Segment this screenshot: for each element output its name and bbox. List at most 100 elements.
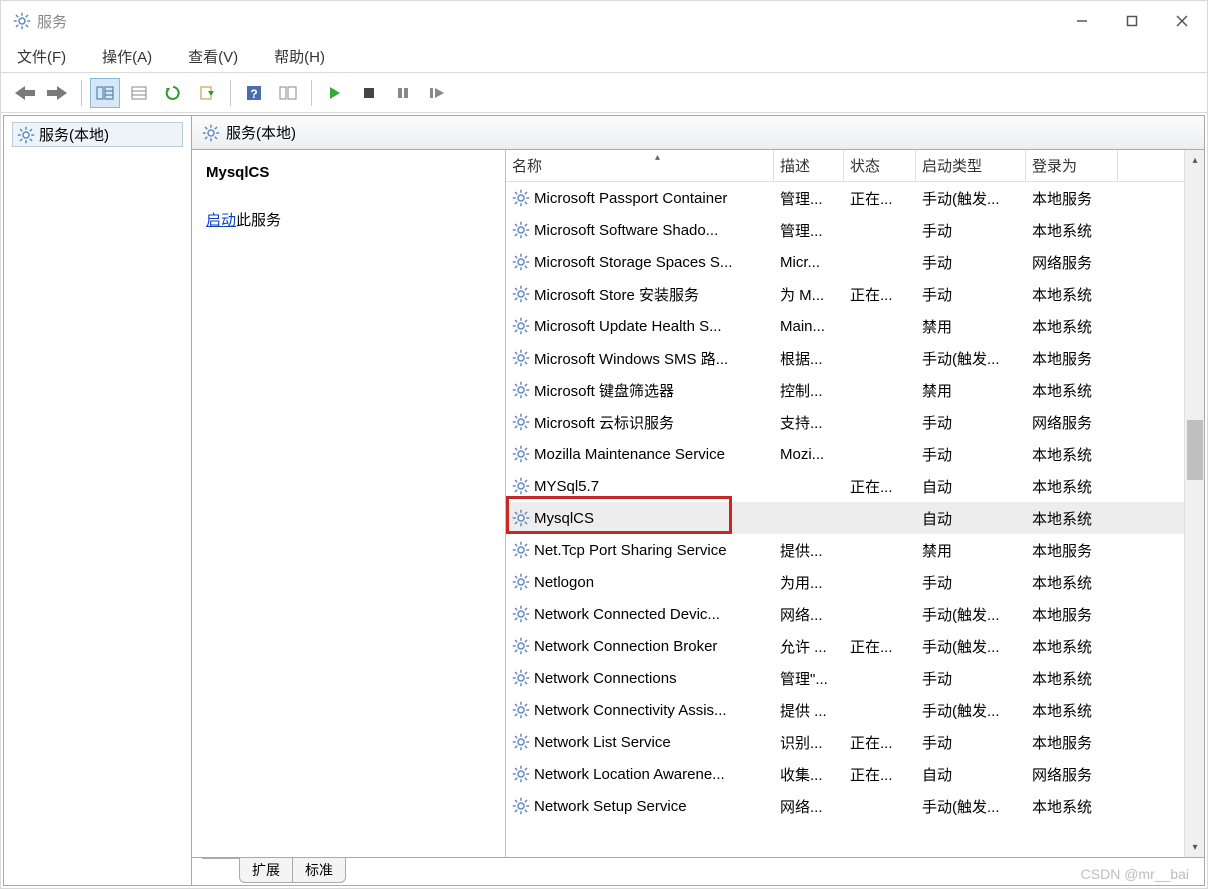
menu-action[interactable]: 操作(A) [96, 44, 158, 69]
service-row[interactable]: Network Connected Devic...网络...手动(触发...本… [506, 598, 1184, 630]
menu-view[interactable]: 查看(V) [182, 44, 244, 69]
stop-service-button[interactable] [354, 78, 384, 108]
minimize-button[interactable] [1057, 1, 1107, 41]
col-startup[interactable]: 启动类型 [916, 150, 1026, 181]
bottom-tabs: 扩展 标准 [192, 857, 1204, 885]
service-startup: 手动(触发... [916, 636, 1026, 657]
gear-icon [512, 445, 530, 463]
service-logon: 本地服务 [1026, 348, 1118, 369]
main-split: MysqlCS 启动此服务 名称▴ 描述 状态 启动类型 登录为 Microso… [192, 150, 1204, 857]
service-row[interactable]: Network Connection Broker允许 ...正在...手动(触… [506, 630, 1184, 662]
service-name: Netlogon [534, 574, 594, 591]
watermark: CSDN @mr__bai [1081, 866, 1189, 882]
tree-root-node[interactable]: 服务(本地) [12, 122, 183, 147]
menu-file[interactable]: 文件(F) [11, 44, 72, 69]
gear-icon [512, 541, 530, 559]
service-row[interactable]: Network Location Awarene...收集...正在...自动网… [506, 758, 1184, 790]
close-button[interactable] [1157, 1, 1207, 41]
service-startup: 手动 [916, 220, 1026, 241]
service-desc: 根据... [774, 348, 844, 369]
service-row[interactable]: Microsoft Software Shado...管理...手动本地系统 [506, 214, 1184, 246]
properties-button[interactable] [273, 78, 303, 108]
list-body[interactable]: Microsoft Passport Container管理...正在...手动… [506, 182, 1184, 857]
col-logon[interactable]: 登录为 [1026, 150, 1118, 181]
service-startup: 自动 [916, 476, 1026, 497]
service-row[interactable]: Netlogon为用...手动本地系统 [506, 566, 1184, 598]
tab-extended[interactable]: 扩展 [239, 858, 293, 883]
toolbar-view-1[interactable] [90, 78, 120, 108]
start-service-link[interactable]: 启动 [206, 212, 236, 229]
service-logon: 本地系统 [1026, 636, 1118, 657]
service-name: Network Connectivity Assis... [534, 702, 727, 719]
tree-root-label: 服务(本地) [39, 124, 109, 145]
restart-service-button[interactable] [422, 78, 452, 108]
service-row[interactable]: MysqlCS自动本地系统 [506, 502, 1184, 534]
gear-icon [512, 477, 530, 495]
scroll-up-button[interactable]: ▴ [1185, 150, 1205, 170]
vertical-scrollbar[interactable]: ▴ ▾ [1184, 150, 1204, 857]
scroll-thumb[interactable] [1187, 420, 1203, 480]
service-startup: 手动(触发... [916, 700, 1026, 721]
service-row[interactable]: Network Connectivity Assis... 提供 ... 手动(触发… [506, 694, 1184, 726]
menu-help[interactable]: 帮助(H) [268, 44, 331, 69]
selected-service-name: MysqlCS [206, 164, 491, 181]
service-name: Network Connections [534, 670, 677, 687]
service-desc: 为 M... [774, 284, 844, 305]
tree-pane[interactable]: 服务(本地) [4, 116, 192, 885]
service-row[interactable]: Mozilla Maintenance ServiceMozi...手动本地系统 [506, 438, 1184, 470]
toolbar-view-2[interactable] [124, 78, 154, 108]
service-startup: 自动 [916, 508, 1026, 529]
service-desc: Main... [774, 318, 844, 335]
menubar: 文件(F) 操作(A) 查看(V) 帮助(H) [1, 41, 1207, 73]
content-area: 服务(本地) 服务(本地) MysqlCS 启动此服务 名称▴ 描述 [3, 115, 1205, 886]
service-row[interactable]: Microsoft Passport Container管理...正在...手动… [506, 182, 1184, 214]
services-list-pane: 名称▴ 描述 状态 启动类型 登录为 Microsoft Passport Co… [506, 150, 1184, 857]
service-logon: 本地系统 [1026, 668, 1118, 689]
gear-icon [512, 349, 530, 367]
export-button[interactable] [192, 78, 222, 108]
service-row[interactable]: Network Connections 管理"... 手动本地系统 [506, 662, 1184, 694]
service-startup: 手动 [916, 668, 1026, 689]
service-desc: 提供 ... [774, 700, 844, 721]
service-logon: 本地系统 [1026, 796, 1118, 817]
service-status: 正在... [844, 188, 916, 209]
start-service-line: 启动此服务 [206, 209, 491, 230]
help-button[interactable]: ? [239, 78, 269, 108]
tab-standard[interactable]: 标准 [292, 858, 346, 883]
start-service-button[interactable] [320, 78, 350, 108]
service-row[interactable]: Network List Service识别...正在...手动本地服务 [506, 726, 1184, 758]
service-row[interactable]: Microsoft Update Health S...Main...禁用本地系… [506, 310, 1184, 342]
service-logon: 网络服务 [1026, 412, 1118, 433]
service-row[interactable]: Microsoft 云标识服务支持...手动网络服务 [506, 406, 1184, 438]
service-desc: 管理... [774, 220, 844, 241]
col-name[interactable]: 名称▴ [506, 150, 774, 181]
service-name: Microsoft 云标识服务 [534, 412, 674, 433]
titlebar[interactable]: 服务 [1, 1, 1207, 41]
nav-back-button[interactable] [9, 78, 39, 108]
service-startup: 手动 [916, 252, 1026, 273]
col-desc[interactable]: 描述 [774, 150, 844, 181]
service-name: Network List Service [534, 734, 671, 751]
service-row[interactable]: Microsoft Store 安装服务为 M...正在...手动本地系统 [506, 278, 1184, 310]
service-startup: 自动 [916, 764, 1026, 785]
service-startup: 手动(触发... [916, 796, 1026, 817]
service-desc: 管理"... [774, 668, 844, 689]
service-logon: 本地系统 [1026, 380, 1118, 401]
service-startup: 手动 [916, 572, 1026, 593]
service-row[interactable]: Microsoft 键盘筛选器控制...禁用本地系统 [506, 374, 1184, 406]
nav-forward-button[interactable] [43, 78, 73, 108]
service-startup: 禁用 [916, 380, 1026, 401]
list-header: 名称▴ 描述 状态 启动类型 登录为 [506, 150, 1184, 182]
pause-service-button[interactable] [388, 78, 418, 108]
service-row[interactable]: Microsoft Windows SMS 路...根据...手动(触发...本… [506, 342, 1184, 374]
service-name: Microsoft Software Shado... [534, 222, 718, 239]
scroll-down-button[interactable]: ▾ [1185, 837, 1205, 857]
refresh-button[interactable] [158, 78, 188, 108]
service-row[interactable]: Net.Tcp Port Sharing Service提供...禁用本地服务 [506, 534, 1184, 566]
service-row[interactable]: Microsoft Storage Spaces S...Micr...手动网络… [506, 246, 1184, 278]
maximize-button[interactable] [1107, 1, 1157, 41]
service-row[interactable]: Network Setup Service网络...手动(触发...本地系统 [506, 790, 1184, 822]
gear-icon [512, 413, 530, 431]
service-row[interactable]: MYSql5.7正在...自动本地系统 [506, 470, 1184, 502]
col-status[interactable]: 状态 [844, 150, 916, 181]
